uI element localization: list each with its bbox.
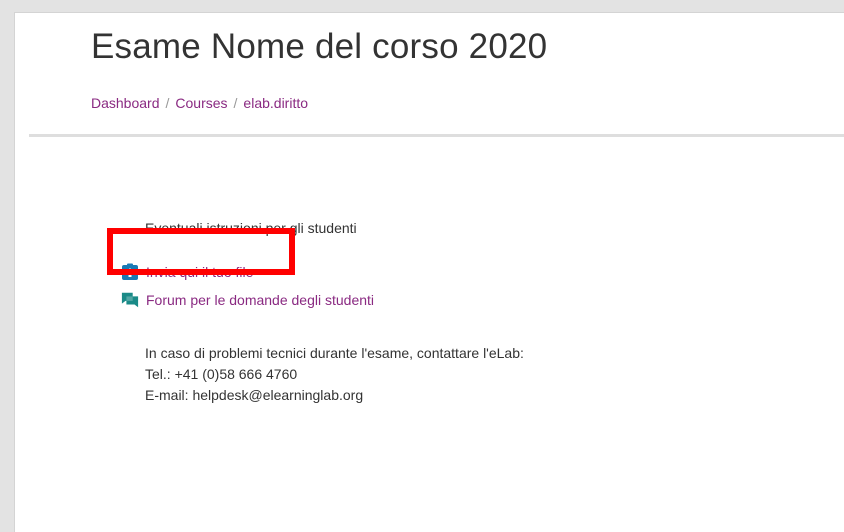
header-divider — [29, 134, 844, 137]
breadcrumb-separator: / — [233, 95, 238, 111]
breadcrumb: Dashboard / Courses / elab.diritto — [91, 95, 308, 111]
main-page: Esame Nome del corso 2020 Dashboard / Co… — [14, 12, 844, 532]
breadcrumb-separator: / — [165, 95, 170, 111]
assignment-upload-icon — [121, 263, 139, 281]
breadcrumb-dashboard-link[interactable]: Dashboard — [91, 95, 160, 111]
page-title: Esame Nome del corso 2020 — [91, 27, 548, 66]
breadcrumb-course-link[interactable]: elab.diritto — [243, 95, 308, 111]
breadcrumb-courses-link[interactable]: Courses — [175, 95, 227, 111]
contact-phone: Tel.: +41 (0)58 666 4760 — [145, 366, 298, 382]
forum-link[interactable]: Forum per le domande degli studenti — [146, 292, 374, 308]
section-intro-text: Eventuali istruzioni per gli studenti — [145, 220, 357, 236]
activity-assignment[interactable]: Invia qui il tuo file — [121, 263, 253, 281]
contact-intro: In caso di problemi tecnici durante l'es… — [145, 345, 524, 361]
contact-email: E-mail: helpdesk@elearninglab.org — [145, 387, 364, 403]
assignment-link[interactable]: Invia qui il tuo file — [146, 264, 253, 280]
activity-forum[interactable]: Forum per le domande degli studenti — [121, 291, 374, 309]
contact-info: In caso di problemi tecnici durante l'es… — [145, 343, 524, 406]
forum-icon — [121, 291, 139, 309]
